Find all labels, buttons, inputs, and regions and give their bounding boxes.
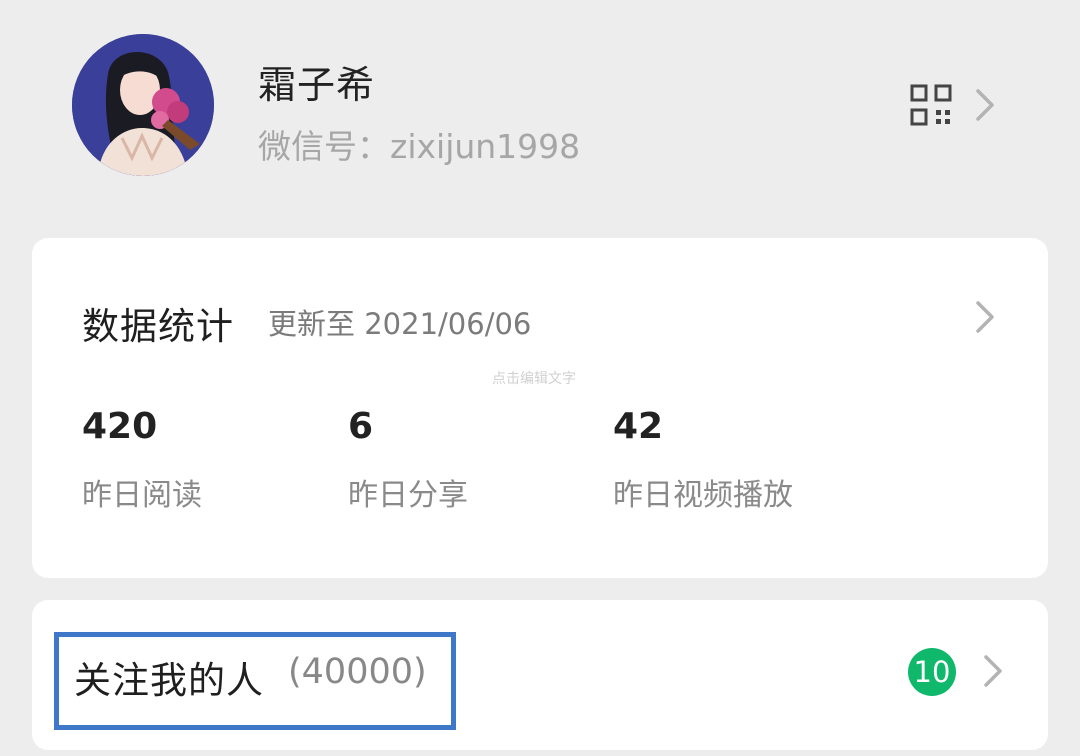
stat-label-video-plays: 昨日视频播放 bbox=[613, 478, 793, 513]
new-followers-badge: 10 bbox=[908, 648, 956, 696]
stat-label-shares: 昨日分享 bbox=[348, 478, 468, 513]
stat-value-video-plays: 42 bbox=[613, 406, 664, 447]
stats-title: 数据统计 bbox=[82, 305, 234, 348]
wechat-id: 微信号：zixijun1998 bbox=[258, 127, 581, 166]
followers-card[interactable]: 关注我的人 (40000) 10 bbox=[32, 600, 1048, 750]
profile-header[interactable]: 霜子希 微信号：zixijun1998 bbox=[0, 0, 1080, 220]
portrait-avatar-icon[interactable] bbox=[72, 34, 214, 176]
stats-chevron-right-icon[interactable] bbox=[974, 300, 996, 334]
qr-code-icon[interactable] bbox=[910, 84, 952, 126]
stat-value-reads: 420 bbox=[82, 406, 158, 447]
edit-text-watermark: 点击编辑文字 bbox=[492, 371, 576, 387]
followers-title: 关注我的人 bbox=[74, 659, 264, 702]
followers-chevron-right-icon[interactable] bbox=[982, 654, 1004, 688]
profile-chevron-right-icon[interactable] bbox=[974, 88, 996, 122]
stat-value-shares: 6 bbox=[348, 406, 374, 447]
stats-card[interactable]: 数据统计 更新至 2021/06/06 点击编辑文字 420 昨日阅读 6 昨日… bbox=[32, 238, 1048, 578]
stat-label-reads: 昨日阅读 bbox=[82, 478, 202, 513]
followers-count: (40000) bbox=[288, 652, 427, 692]
profile-name: 霜子希 bbox=[258, 63, 376, 107]
stats-updated-date: 更新至 2021/06/06 bbox=[268, 307, 532, 341]
